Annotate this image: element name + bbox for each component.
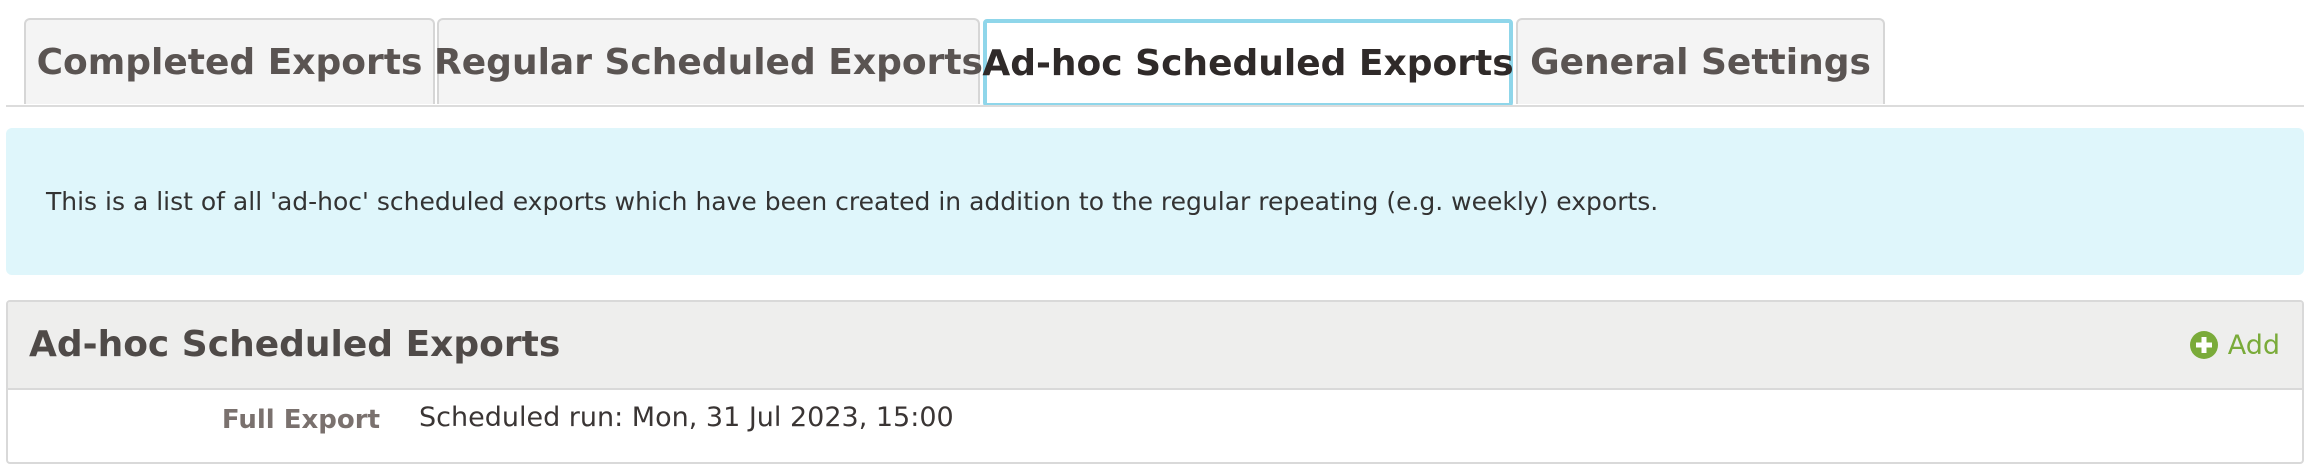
- panel-header: Ad-hoc Scheduled Exports Add: [8, 302, 2302, 390]
- tab-completed-exports[interactable]: Completed Exports: [24, 18, 435, 104]
- tab-label: Ad-hoc Scheduled Exports: [982, 42, 1514, 84]
- info-alert: This is a list of all 'ad-hoc' scheduled…: [6, 128, 2304, 275]
- tab-label: Completed Exports: [36, 41, 423, 83]
- info-text: This is a list of all 'ad-hoc' scheduled…: [46, 187, 1659, 216]
- scheduled-run-value: Scheduled run: Mon, 31 Jul 2023, 15:00: [419, 402, 954, 433]
- adhoc-exports-panel: Ad-hoc Scheduled Exports Add Full Export…: [6, 300, 2304, 464]
- tab-regular-scheduled-exports[interactable]: Regular Scheduled Exports: [434, 18, 983, 104]
- tab-bar: Completed Exports Regular Scheduled Expo…: [0, 0, 2310, 107]
- export-type-label: Full Export: [221, 405, 380, 435]
- add-button[interactable]: Add: [2189, 326, 2280, 364]
- plus-circle-icon: [2189, 331, 2218, 359]
- tab-bar-divider: [6, 105, 2304, 107]
- export-row: Full Export Scheduled run: Mon, 31 Jul 2…: [8, 390, 2302, 462]
- panel-title: Ad-hoc Scheduled Exports: [29, 324, 561, 365]
- tab-label: General Settings: [1530, 41, 1871, 83]
- tab-general-settings[interactable]: General Settings: [1516, 18, 1885, 104]
- tab-label: Regular Scheduled Exports: [434, 41, 983, 83]
- tab-adhoc-scheduled-exports[interactable]: Ad-hoc Scheduled Exports: [982, 19, 1514, 107]
- add-label: Add: [2227, 329, 2280, 361]
